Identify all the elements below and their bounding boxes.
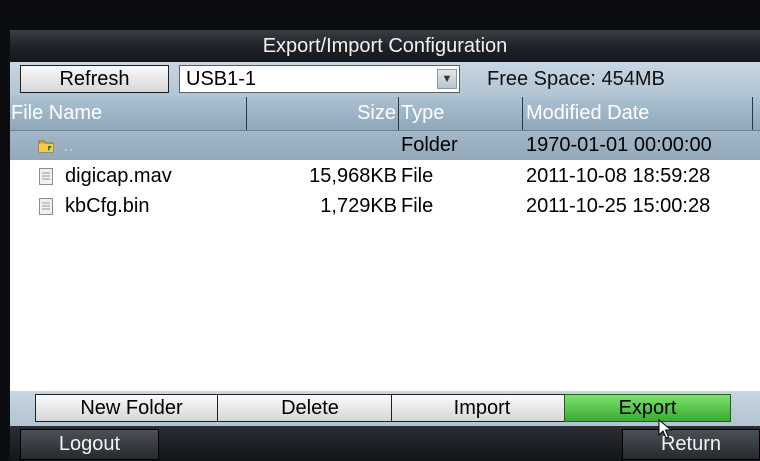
file-name: kbCfg.bin xyxy=(65,195,150,217)
column-header-modified-date[interactable]: Modified Date xyxy=(523,97,753,130)
device-select-value: USB1-1 xyxy=(186,67,257,90)
footer-bar: Logout Return xyxy=(10,426,760,461)
table-row[interactable]: kbCfg.bin 1,729KB File 2011-10-25 15:00:… xyxy=(10,192,760,221)
file-type: Folder xyxy=(401,134,458,156)
file-modified-date: 2011-10-08 18:59:28 xyxy=(526,165,711,187)
file-modified-date: 1970-01-01 00:00:00 xyxy=(526,134,712,156)
file-modified-date: 2011-10-25 15:00:28 xyxy=(526,195,711,217)
file-size: 15,968KB xyxy=(309,165,397,187)
logout-button[interactable]: Logout xyxy=(20,429,159,460)
delete-button[interactable]: Delete xyxy=(217,394,403,422)
table-row[interactable]: .. Folder 1970-01-01 00:00:00 xyxy=(10,131,760,160)
file-table: File Name Size Type Modified Date .. Fol… xyxy=(10,97,760,391)
file-type: File xyxy=(401,195,434,217)
file-name: .. xyxy=(63,134,75,156)
free-space-label: Free Space: 454MB xyxy=(487,68,665,90)
window-title-bar: Export/Import Configuration xyxy=(10,30,760,62)
column-header-size[interactable]: Size xyxy=(247,97,399,130)
import-button[interactable]: Import xyxy=(391,394,573,422)
column-header-type[interactable]: Type xyxy=(399,97,523,130)
window-title: Export/Import Configuration xyxy=(262,34,508,57)
file-size xyxy=(247,131,399,160)
table-header: File Name Size Type Modified Date xyxy=(10,97,760,131)
action-bar: New Folder Delete Import Export xyxy=(10,391,760,426)
mouse-pointer-icon xyxy=(658,419,672,439)
export-button[interactable]: Export xyxy=(564,394,731,422)
file-size: 1,729KB xyxy=(320,195,397,217)
toolbar: Refresh USB1-1 ▼ Free Space: 454MB xyxy=(10,62,760,97)
file-name: digicap.mav xyxy=(65,165,172,187)
screen: Export/Import Configuration Refresh USB1… xyxy=(0,0,760,461)
device-select[interactable]: USB1-1 ▼ xyxy=(179,65,460,93)
column-header-file-name[interactable]: File Name xyxy=(10,97,247,130)
chevron-down-icon[interactable]: ▼ xyxy=(437,69,457,89)
refresh-button[interactable]: Refresh xyxy=(20,65,169,93)
table-row[interactable]: digicap.mav 15,968KB File 2011-10-08 18:… xyxy=(10,162,760,191)
new-folder-button[interactable]: New Folder xyxy=(35,394,228,422)
return-button[interactable]: Return xyxy=(622,429,760,460)
file-type: File xyxy=(401,165,434,187)
